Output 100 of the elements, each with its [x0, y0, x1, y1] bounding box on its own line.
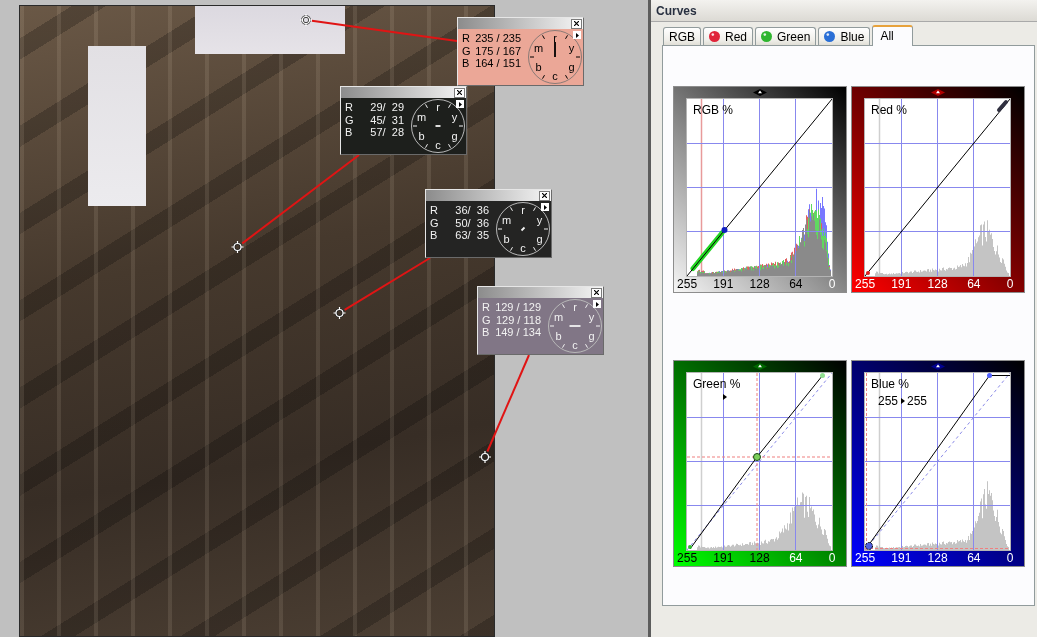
dial-letter: y	[451, 110, 458, 123]
dial-letter: b	[555, 329, 562, 342]
dial-letter: g	[451, 129, 458, 142]
triangle-icon	[595, 301, 599, 307]
curve-title: RGB %	[693, 103, 733, 117]
close-icon	[574, 21, 579, 26]
axis-label: 191	[713, 551, 734, 566]
curve-plot[interactable]: Blue % 255 255	[864, 372, 1011, 551]
channel-label: R	[462, 32, 470, 45]
dial-letter: b	[503, 232, 510, 245]
channel-label: B	[482, 326, 490, 339]
close-button[interactable]	[571, 18, 582, 29]
dial-letter: y	[588, 310, 595, 323]
menu-button[interactable]	[456, 100, 464, 108]
crosshair-marker-icon[interactable]	[478, 450, 492, 464]
triangle-icon	[458, 101, 462, 107]
curve-point-icon[interactable]	[721, 227, 728, 233]
curve-plot[interactable]: RGB %	[686, 98, 833, 277]
close-button[interactable]	[591, 287, 602, 298]
dial-letter: g	[536, 232, 543, 245]
channel-value: 164 / 151	[475, 57, 521, 70]
channel-value: 50/ 36	[455, 216, 489, 229]
channel-label: G	[430, 216, 439, 229]
tab[interactable]: Red	[703, 27, 754, 45]
axis-label: 0	[1006, 551, 1014, 566]
dial-letter: r	[521, 204, 525, 216]
channel-label: B	[345, 126, 353, 139]
channel-value: 36/ 36	[455, 204, 489, 217]
dial-letter: c	[435, 139, 441, 151]
dial-letter: c	[520, 242, 526, 254]
channel-value: 129 / 129	[495, 301, 541, 314]
curve-point-icon[interactable]	[865, 542, 873, 550]
dial-letter: b	[535, 60, 542, 73]
dial-letter: y	[568, 41, 575, 54]
channel-label: R	[430, 204, 438, 217]
close-icon	[594, 290, 599, 295]
axis-label: 128	[927, 551, 948, 566]
channel-value: 175 / 167	[475, 44, 521, 57]
axis-label: 255	[677, 277, 698, 292]
handle-icon[interactable]	[753, 363, 767, 370]
dial-letter: b	[418, 129, 425, 142]
menu-button[interactable]	[541, 203, 549, 211]
tab[interactable]: RGB	[663, 27, 701, 45]
crosshair-marker-icon[interactable]	[299, 13, 313, 27]
channel-value: 29/ 29	[370, 101, 404, 114]
handle-icon[interactable]	[931, 89, 945, 96]
channel-label: R	[482, 301, 490, 314]
channel-label: G	[462, 44, 471, 57]
close-button[interactable]	[539, 190, 550, 201]
axis-label: 191	[891, 277, 912, 292]
curve-title: Blue %	[871, 377, 910, 391]
curve-title: Green %	[693, 377, 741, 391]
channel-value: 45/ 31	[370, 113, 404, 126]
tab[interactable]: Blue	[818, 27, 871, 45]
tab[interactable]: All	[872, 25, 913, 46]
dial-letter: r	[553, 32, 557, 44]
axis-label: 64	[789, 277, 803, 292]
curve-title: Red %	[871, 103, 908, 117]
axis-label: 128	[749, 551, 770, 566]
dial-letter: m	[553, 310, 564, 323]
axis-label: 191	[891, 551, 912, 566]
dial-letter: m	[533, 41, 544, 54]
axis-label: 0	[828, 277, 836, 292]
selected-segment	[690, 230, 725, 271]
dial-letter: m	[501, 213, 512, 226]
curve-plot[interactable]: Green %	[686, 372, 833, 551]
triangle-icon	[575, 32, 579, 38]
tab[interactable]: Green	[755, 27, 817, 45]
channel-label: G	[345, 113, 354, 126]
readout-value: 255	[877, 394, 898, 408]
close-icon	[457, 90, 462, 95]
dial-letter: g	[568, 60, 575, 73]
menu-button[interactable]	[573, 31, 581, 39]
crosshair-marker-icon[interactable]	[230, 240, 245, 254]
dial-letter: y	[536, 213, 543, 226]
axis-label: 128	[927, 277, 948, 292]
channel-value: 149 / 134	[495, 326, 541, 339]
channel-value: 235 / 235	[475, 32, 521, 45]
readout-value: 255	[907, 394, 928, 408]
channel-label: R	[345, 101, 353, 114]
channel-label: G	[482, 313, 491, 326]
axis-label: 0	[1006, 277, 1014, 292]
dial-letter: c	[552, 70, 558, 82]
axis-label: 0	[828, 551, 836, 566]
curve-plot[interactable]: Red %	[864, 98, 1011, 277]
handle-icon[interactable]	[753, 89, 767, 96]
close-button[interactable]	[454, 87, 465, 98]
dial-letter: r	[573, 301, 577, 313]
hue-dial-icon	[528, 30, 582, 84]
menu-button[interactable]	[593, 300, 601, 308]
close-icon	[542, 193, 547, 198]
axis-label: 255	[855, 277, 876, 292]
handle-icon[interactable]	[931, 363, 945, 370]
axis-label: 64	[967, 277, 981, 292]
panel-title: Curves	[656, 3, 697, 18]
crosshair-marker-icon[interactable]	[332, 306, 347, 320]
dial-letter: c	[572, 339, 578, 351]
curve-point-icon[interactable]	[997, 100, 1008, 112]
curve-point-icon[interactable]	[753, 453, 761, 461]
channel-value: 129 / 118	[495, 313, 541, 326]
